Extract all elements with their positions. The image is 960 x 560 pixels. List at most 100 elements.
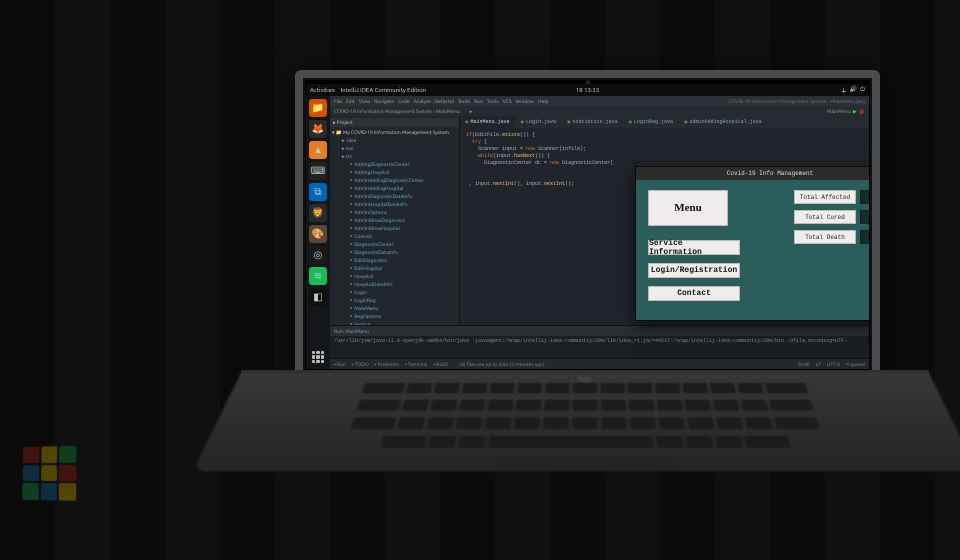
keyboard-key [714,436,743,448]
tree-file[interactable]: AdminAddingHospital [332,184,457,192]
keyboard-key [773,418,819,429]
status-item[interactable]: LF [816,361,821,367]
menu-code[interactable]: Code [398,98,410,104]
keyboard-key [655,436,683,448]
breadcrumb[interactable]: COVID-19 Information Management System ›… [334,108,460,114]
network-icon[interactable]: ⏚ [841,86,847,95]
spotify-icon[interactable]: ≋ [309,267,327,285]
keyboard-key [744,436,791,448]
tool-tab-todo[interactable]: ▪ TODO [352,361,369,367]
tree-file[interactable]: HospitalDataInfo [332,280,457,288]
hp-logo: hp [578,375,592,383]
tool-tab-run[interactable]: ▪ Run [334,361,346,367]
tree-file[interactable]: Contact [332,232,457,240]
keyboard-key [685,400,712,411]
vscode-icon[interactable]: ⧉ [309,183,327,201]
tree-file[interactable]: AddingHospital [332,168,457,176]
keyboard-key [601,418,627,429]
tree-file[interactable]: AdminShowDiagnostic [332,216,457,224]
tree-file[interactable]: RegOptions [332,312,457,320]
status-item[interactable]: UTF-8 [827,361,840,367]
keyboard-key [713,400,740,411]
tree-file[interactable]: AdminHospitalDataInfo [332,200,457,208]
keyboard-key [515,400,541,411]
tree-root[interactable]: ▾ 📁 My COVID-19 Information Management S… [332,128,457,136]
gimp-icon[interactable]: 🎨 [309,225,327,243]
menu-vcs[interactable]: VCS [503,98,512,104]
swing-titlebar[interactable]: Covid-19 Info Management [636,167,869,180]
keyboard-key [402,400,430,411]
power-icon[interactable]: ⏻ [860,86,865,95]
activities-button[interactable]: Activities [310,87,335,94]
tree-folder[interactable]: ▸ src [332,152,457,160]
tree-file[interactable]: Hospital [332,272,457,280]
show-applications-icon[interactable] [309,348,327,366]
editor-tab[interactable]: MainMenu.java [460,116,515,128]
run-tool-window-header[interactable]: Run: MainMenu [330,325,869,336]
editor-tab[interactable]: LoginReg.java [624,116,679,128]
tree-folder[interactable]: ▸ .idea [332,136,457,144]
tree-folder[interactable]: ▸ out [332,144,457,152]
vlc-icon[interactable]: ▲ [309,141,327,159]
service-information-button[interactable]: Service Information [648,240,740,255]
topbar-app-name[interactable]: IntelliJ IDEA Community Edition [341,87,427,94]
tree-file[interactable]: AdminShowHospital [332,224,457,232]
tree-file[interactable]: AdminDiagnosticDataInfo [332,192,457,200]
editor-area: MainMenu.javaLogin.javastatistics.javaLo… [460,116,869,325]
tree-file[interactable]: AddingDiagnosticCenter [332,160,457,168]
menu-navigate[interactable]: Navigate [374,98,394,104]
clock[interactable]: 18 13:33 [576,87,599,94]
status-item[interactable]: 36:86 [797,361,810,367]
project-tool-window[interactable]: ▸ Project ▾ 📁 My COVID-19 Information Ma… [330,116,460,325]
status-item[interactable]: 4 spaces [846,361,865,367]
tree-file[interactable]: AdminAddingDiagnosticCenter [332,176,457,184]
tree-file[interactable]: Login [332,288,457,296]
menu-analyze[interactable]: Analyze [414,98,431,104]
tree-file[interactable]: DiagnosticCenter [332,240,457,248]
brave-icon[interactable]: 🦁 [309,204,327,222]
keyboard-key [687,418,714,429]
tree-file[interactable]: EditDiagnostic [332,256,457,264]
login-registration-button[interactable]: Login/Registration [648,263,740,278]
keyboard-key [397,418,425,429]
stat-cured-label: Total Cured [794,210,856,224]
menu-view[interactable]: View [359,98,370,104]
menu-edit[interactable]: Edit [346,98,355,104]
menu-build[interactable]: Build [458,98,469,104]
status-message: All files are up to date (2 minutes ago) [460,361,545,367]
tool-tab-problems[interactable]: ▪ Problems [375,361,399,367]
menu-heading: Menu [648,190,728,226]
keyboard-key [426,418,454,429]
menu-tools[interactable]: Tools [487,98,499,104]
obs-icon[interactable]: ◎ [309,246,327,264]
tree-file[interactable]: LoginReg [332,296,457,304]
firefox-icon[interactable]: 🦊 [309,120,327,138]
keyboard-key [487,400,513,411]
tool-tab-terminal[interactable]: ▪ Terminal [405,361,427,367]
tree-file[interactable]: DiagnosticDataInfo [332,248,457,256]
terminal-icon[interactable]: ⌨ [309,162,327,180]
volume-icon[interactable]: 🔊 [850,86,857,95]
editor-tab[interactable]: adminAddingHospital.java [679,116,767,128]
keyboard-key [430,400,457,411]
menu-file[interactable]: File [334,98,342,104]
menu-run[interactable]: Run [474,98,483,104]
ide-window: File Edit View Navigate Code Analyze Refactor B… [330,96,869,369]
menu-help[interactable]: Help [538,98,548,104]
intellij-icon[interactable]: ◧ [309,288,327,306]
contact-button[interactable]: Contact [648,286,740,301]
menu-refactor[interactable]: Refactor [435,98,454,104]
tree-file[interactable]: MainMenu [332,304,457,312]
tool-tab-build[interactable]: ▪ Build [433,361,447,367]
tree-file[interactable]: AdminOptions [332,208,457,216]
keyboard-key [406,383,433,393]
system-tray[interactable]: ⏚ 🔊 ⏻ [841,86,865,95]
keyboard-key [573,383,598,393]
menu-window[interactable]: Window [516,98,535,104]
tree-file[interactable]: EditHospital [332,264,457,272]
editor-tab[interactable]: Login.java [516,116,562,128]
files-icon[interactable]: 📁 [309,99,327,117]
editor-tab[interactable]: statistics.java [562,116,623,128]
run-console[interactable]: /usr/lib/jvm/java-11.0-openjdk-amd64/bin… [330,336,869,358]
run-config-selector[interactable]: MainMenu [827,108,851,114]
